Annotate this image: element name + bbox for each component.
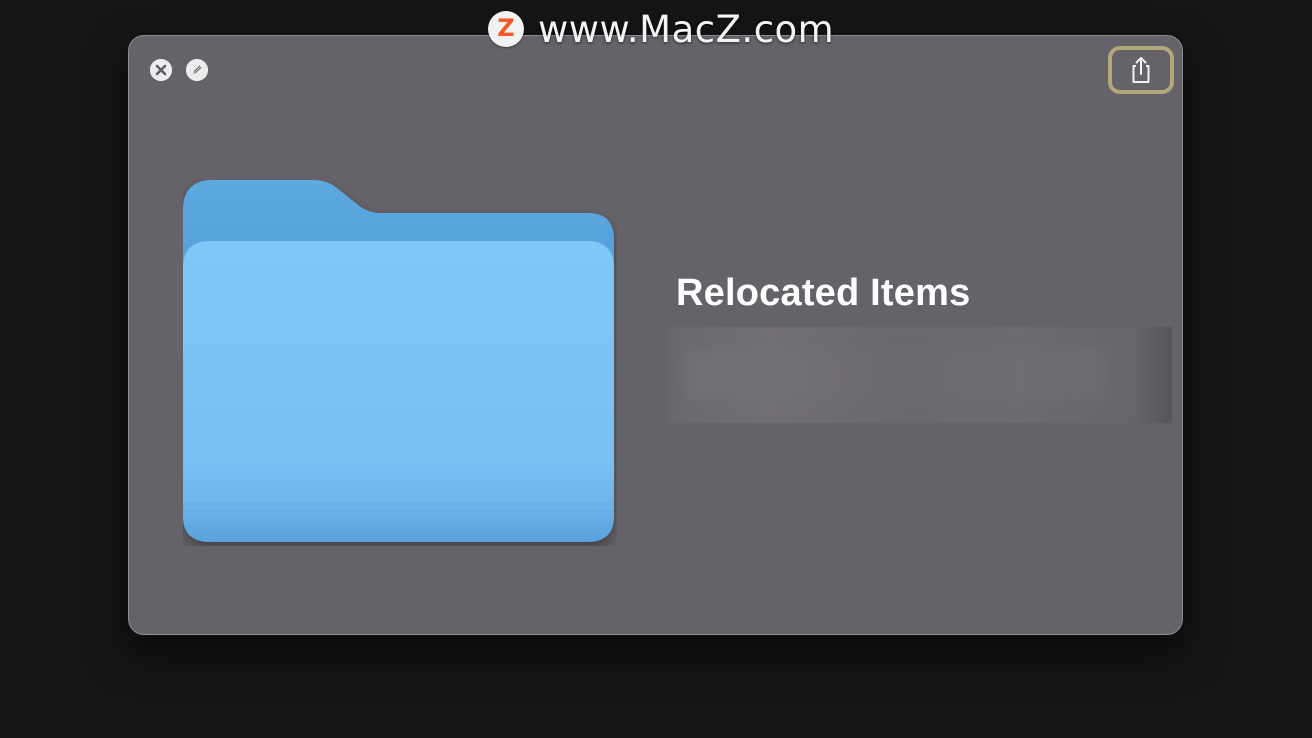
watermark: Z www.MacZ.com [488, 7, 835, 51]
markup-icon [186, 59, 208, 81]
watermark-text: www.MacZ.com [538, 7, 835, 51]
markup-button[interactable] [186, 59, 208, 81]
macz-logo: Z [488, 11, 524, 47]
macz-logo-letter: Z [497, 14, 515, 42]
share-icon [1132, 57, 1150, 83]
share-button[interactable] [1108, 46, 1174, 94]
file-info-blurred [667, 327, 1172, 423]
quicklook-window: Relocated Items [128, 35, 1183, 635]
screen: Z www.MacZ.com Relocated Items [0, 0, 1312, 738]
close-button[interactable] [150, 59, 172, 81]
close-icon [150, 59, 172, 81]
file-title: Relocated Items [676, 272, 971, 314]
folder-icon [183, 180, 614, 542]
